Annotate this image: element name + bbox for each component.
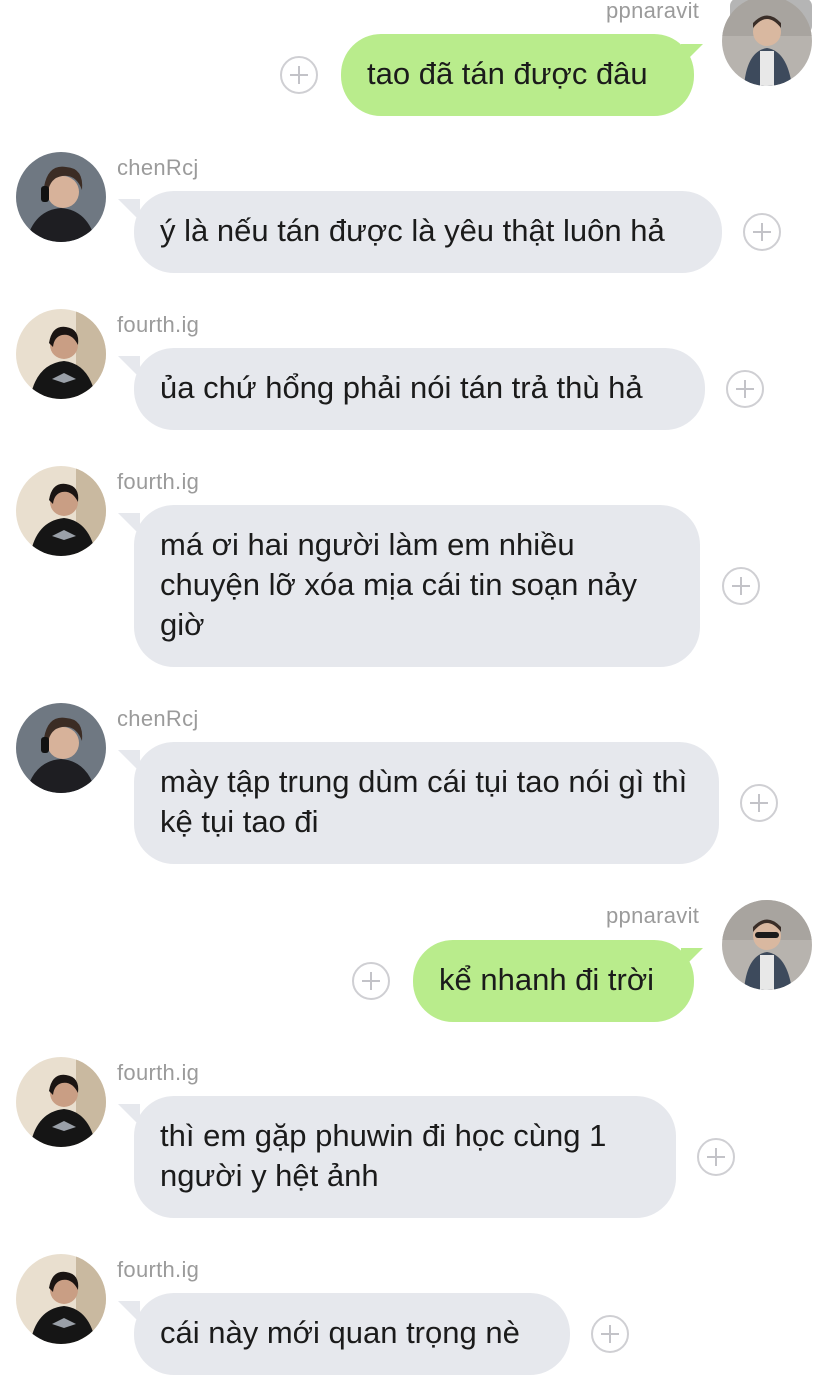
sender-name: chenRcj xyxy=(117,155,199,180)
avatar-ppnaravit[interactable] xyxy=(722,0,812,86)
sender-name: fourth.ig xyxy=(117,312,200,337)
message-text: tao đã tán được đâu xyxy=(367,56,648,91)
bubble-tail xyxy=(681,44,703,66)
avatar-photo xyxy=(722,0,812,86)
message-text: ý là nếu tán được là yêu thật luôn hả xyxy=(160,213,665,248)
sender-name: ppnaravit xyxy=(606,0,700,23)
message-text: má ơi hai người làm em nhiều chuyện lỡ x… xyxy=(160,527,637,642)
avatar-photo xyxy=(16,703,106,793)
avatar-fourth[interactable] xyxy=(16,466,106,556)
sender-name: ppnaravit xyxy=(606,903,700,928)
sender-name: fourth.ig xyxy=(117,1257,200,1282)
sender-name: chenRcj xyxy=(117,706,199,731)
message-text: thì em gặp phuwin đi học cùng 1 người y … xyxy=(160,1118,607,1193)
sender-name: fourth.ig xyxy=(117,469,200,494)
bubble-tail xyxy=(681,948,703,970)
avatar-photo xyxy=(16,309,106,399)
message-bubble[interactable]: ý là nếu tán được là yêu thật luôn hả xyxy=(134,191,722,273)
sender-name: fourth.ig xyxy=(117,1060,200,1085)
avatar-photo xyxy=(16,1254,106,1344)
avatar-ppnaravit[interactable] xyxy=(722,900,812,990)
add-reaction-icon[interactable] xyxy=(697,1138,735,1176)
avatar-photo xyxy=(16,152,106,242)
message-text: cái này mới quan trọng nè xyxy=(160,1315,520,1350)
add-reaction-icon[interactable] xyxy=(591,1315,629,1353)
avatar-photo xyxy=(16,1057,106,1147)
message-bubble[interactable]: kể nhanh đi trời xyxy=(413,940,694,1022)
message-text: kể nhanh đi trời xyxy=(439,962,655,997)
avatar-chenrcj[interactable] xyxy=(16,152,106,242)
add-reaction-icon[interactable] xyxy=(280,56,318,94)
message-bubble[interactable]: cái này mới quan trọng nè xyxy=(134,1293,570,1375)
avatar-fourth[interactable] xyxy=(16,309,106,399)
add-reaction-icon[interactable] xyxy=(726,370,764,408)
add-reaction-icon[interactable] xyxy=(743,213,781,251)
avatar-fourth[interactable] xyxy=(16,1057,106,1147)
add-reaction-icon[interactable] xyxy=(352,962,390,1000)
message-text: mày tập trung dùm cái tụi tao nói gì thì… xyxy=(160,764,688,839)
avatar-fourth[interactable] xyxy=(16,1254,106,1344)
add-reaction-icon[interactable] xyxy=(740,784,778,822)
avatar-photo xyxy=(16,466,106,556)
add-reaction-icon[interactable] xyxy=(722,567,760,605)
message-bubble[interactable]: mày tập trung dùm cái tụi tao nói gì thì… xyxy=(134,742,719,864)
message-bubble[interactable]: tao đã tán được đâu xyxy=(341,34,694,116)
message-bubble[interactable]: ủa chứ hổng phải nói tán trả thù hả xyxy=(134,348,705,430)
message-bubble[interactable]: má ơi hai người làm em nhiều chuyện lỡ x… xyxy=(134,505,700,667)
message-text: ủa chứ hổng phải nói tán trả thù hả xyxy=(160,370,643,405)
avatar-photo xyxy=(722,900,812,990)
message-bubble[interactable]: thì em gặp phuwin đi học cùng 1 người y … xyxy=(134,1096,676,1218)
avatar-chenrcj[interactable] xyxy=(16,703,106,793)
